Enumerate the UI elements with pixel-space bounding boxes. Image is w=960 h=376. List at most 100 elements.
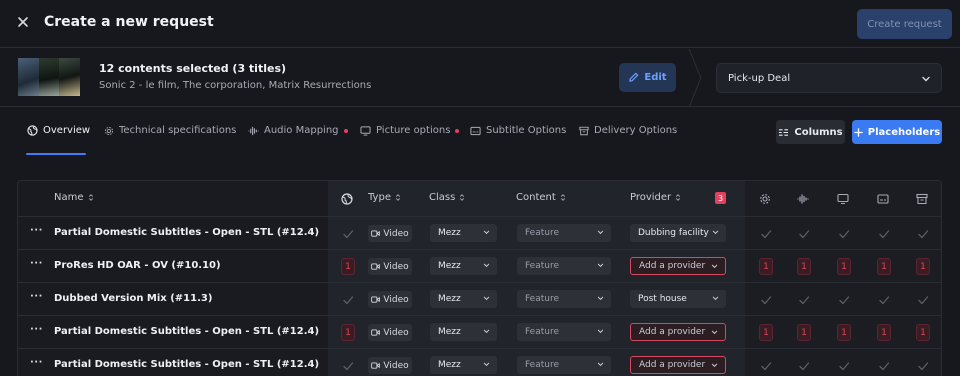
check-icon: [877, 226, 891, 240]
poster-thumbnail: [59, 58, 81, 96]
column-header-label: Content: [516, 192, 556, 203]
close-icon[interactable]: [16, 15, 30, 29]
provider-select[interactable]: Post house: [630, 290, 726, 308]
globe-icon: [341, 193, 353, 205]
content-select[interactable]: Feature: [517, 323, 611, 341]
selection-subtitle: Sonic 2 - le film, The corporation, Matr…: [99, 80, 372, 91]
row-menu-button[interactable]: ···: [30, 258, 43, 269]
content-select[interactable]: Feature: [517, 290, 611, 308]
tab-label: Picture options: [376, 125, 451, 136]
active-tab-indicator: [26, 153, 86, 155]
row-menu-button[interactable]: ···: [30, 225, 43, 236]
waveform-icon: [248, 126, 259, 135]
check-icon: [759, 292, 773, 306]
chevron-down-icon: [711, 363, 718, 368]
class-value: Mezz: [438, 360, 461, 370]
chevron-down-icon: [597, 296, 604, 301]
row-menu-button[interactable]: ···: [30, 291, 43, 302]
column-header-type[interactable]: Type: [368, 192, 401, 203]
placeholders-button[interactable]: Placeholders: [852, 120, 942, 144]
column-header-class[interactable]: Class: [429, 192, 465, 203]
tab-bar: Overview Technical specifications Audio …: [0, 108, 960, 156]
poster-thumbnails: [18, 58, 81, 96]
sort-icon: [460, 194, 465, 201]
content-value: Feature: [525, 327, 560, 337]
provider-error-badge: 3: [715, 192, 726, 204]
type-chip: Video: [368, 225, 412, 242]
table-row[interactable]: ··· Dubbed Version Mix (#11.3) Video Mezz Fe…: [18, 283, 941, 316]
provider-select[interactable]: Add a provider: [630, 323, 726, 341]
tab-overview[interactable]: Overview: [27, 125, 90, 136]
tab-audio-mapping[interactable]: Audio Mapping: [248, 125, 348, 136]
plus-icon: [853, 127, 863, 137]
column-header-provider[interactable]: Provider: [630, 192, 681, 203]
error-count-badge: 1: [837, 324, 851, 341]
class-select[interactable]: Mezz: [430, 224, 497, 242]
video-icon: [371, 296, 381, 303]
chevron-down-icon: [922, 76, 930, 82]
column-header-label: Provider: [630, 192, 672, 203]
content-select[interactable]: Feature: [517, 224, 611, 242]
tab-label: Delivery Options: [594, 125, 678, 136]
content-value: Feature: [525, 360, 560, 370]
tab-picture-options[interactable]: Picture options: [360, 125, 460, 136]
monitor-icon: [837, 193, 849, 205]
tab-delivery-options[interactable]: Delivery Options: [579, 125, 677, 136]
check-icon: [759, 226, 773, 240]
class-value: Mezz: [438, 261, 461, 271]
provider-select[interactable]: Add a provider: [630, 356, 726, 374]
provider-value: Add a provider: [639, 327, 706, 337]
class-select[interactable]: Mezz: [430, 356, 497, 374]
columns-icon: [779, 128, 789, 136]
chevron-down-icon: [711, 330, 718, 335]
error-count-badge: 1: [877, 258, 891, 275]
edit-button[interactable]: Edit: [619, 63, 676, 92]
class-select[interactable]: Mezz: [430, 290, 497, 308]
subtitle-icon: [877, 194, 889, 204]
content-select[interactable]: Feature: [517, 257, 611, 275]
tab-subtitle-options[interactable]: Subtitle Options: [470, 125, 566, 136]
error-count-badge: 1: [341, 324, 355, 341]
create-request-button[interactable]: Create request: [857, 9, 952, 39]
class-select[interactable]: Mezz: [430, 257, 497, 275]
archive-icon: [916, 193, 928, 205]
video-icon: [371, 329, 381, 336]
table-row[interactable]: ··· Partial Domestic Subtitles - Open - S…: [18, 316, 941, 349]
waveform-icon: [797, 194, 809, 204]
type-label: Video: [383, 327, 409, 338]
class-select[interactable]: Mezz: [430, 323, 497, 341]
content-name: Partial Domestic Subtitles - Open - STL …: [54, 359, 320, 370]
selection-title: 12 contents selected (3 titles): [99, 62, 287, 75]
check-icon: [759, 358, 773, 372]
provider-select[interactable]: Dubbing facility: [630, 224, 726, 242]
columns-button[interactable]: Columns: [776, 120, 845, 144]
content-name: Partial Domestic Subtitles - Open - STL …: [54, 326, 320, 337]
top-bar: Create a new request Create request: [0, 0, 960, 48]
row-menu-button[interactable]: ···: [30, 324, 43, 335]
column-header-content[interactable]: Content: [516, 192, 566, 203]
table-row[interactable]: ··· ProRes HD OAR - OV (#10.10) 1 Video Mezz…: [18, 250, 941, 283]
content-select[interactable]: Feature: [517, 356, 611, 374]
chevron-down-icon: [712, 230, 719, 235]
error-count-badge: 1: [797, 324, 811, 341]
chevron-down-icon: [483, 263, 490, 268]
row-menu-button[interactable]: ···: [30, 357, 43, 368]
provider-value: Post house: [638, 294, 687, 304]
alert-dot: [343, 128, 348, 133]
table-row[interactable]: ··· Partial Domestic Subtitles - Open - S…: [18, 349, 941, 376]
subtitle-icon: [470, 126, 481, 135]
table-row[interactable]: ··· Partial Domestic Subtitles - Open - S…: [18, 217, 941, 250]
chevron-down-icon: [711, 264, 718, 269]
video-icon: [371, 230, 381, 237]
error-count-badge: 1: [759, 324, 773, 341]
type-chip: Video: [368, 357, 412, 374]
deal-select[interactable]: Pick-up Deal: [716, 63, 942, 93]
provider-select[interactable]: Add a provider: [630, 257, 726, 275]
class-value: Mezz: [438, 294, 461, 304]
provider-value: Add a provider: [639, 360, 706, 370]
poster-thumbnail: [38, 58, 60, 96]
chevron-down-icon: [712, 296, 719, 301]
tab-technical-specifications[interactable]: Technical specifications: [104, 125, 236, 136]
column-header-name[interactable]: Name: [54, 192, 94, 203]
check-icon: [916, 358, 930, 372]
